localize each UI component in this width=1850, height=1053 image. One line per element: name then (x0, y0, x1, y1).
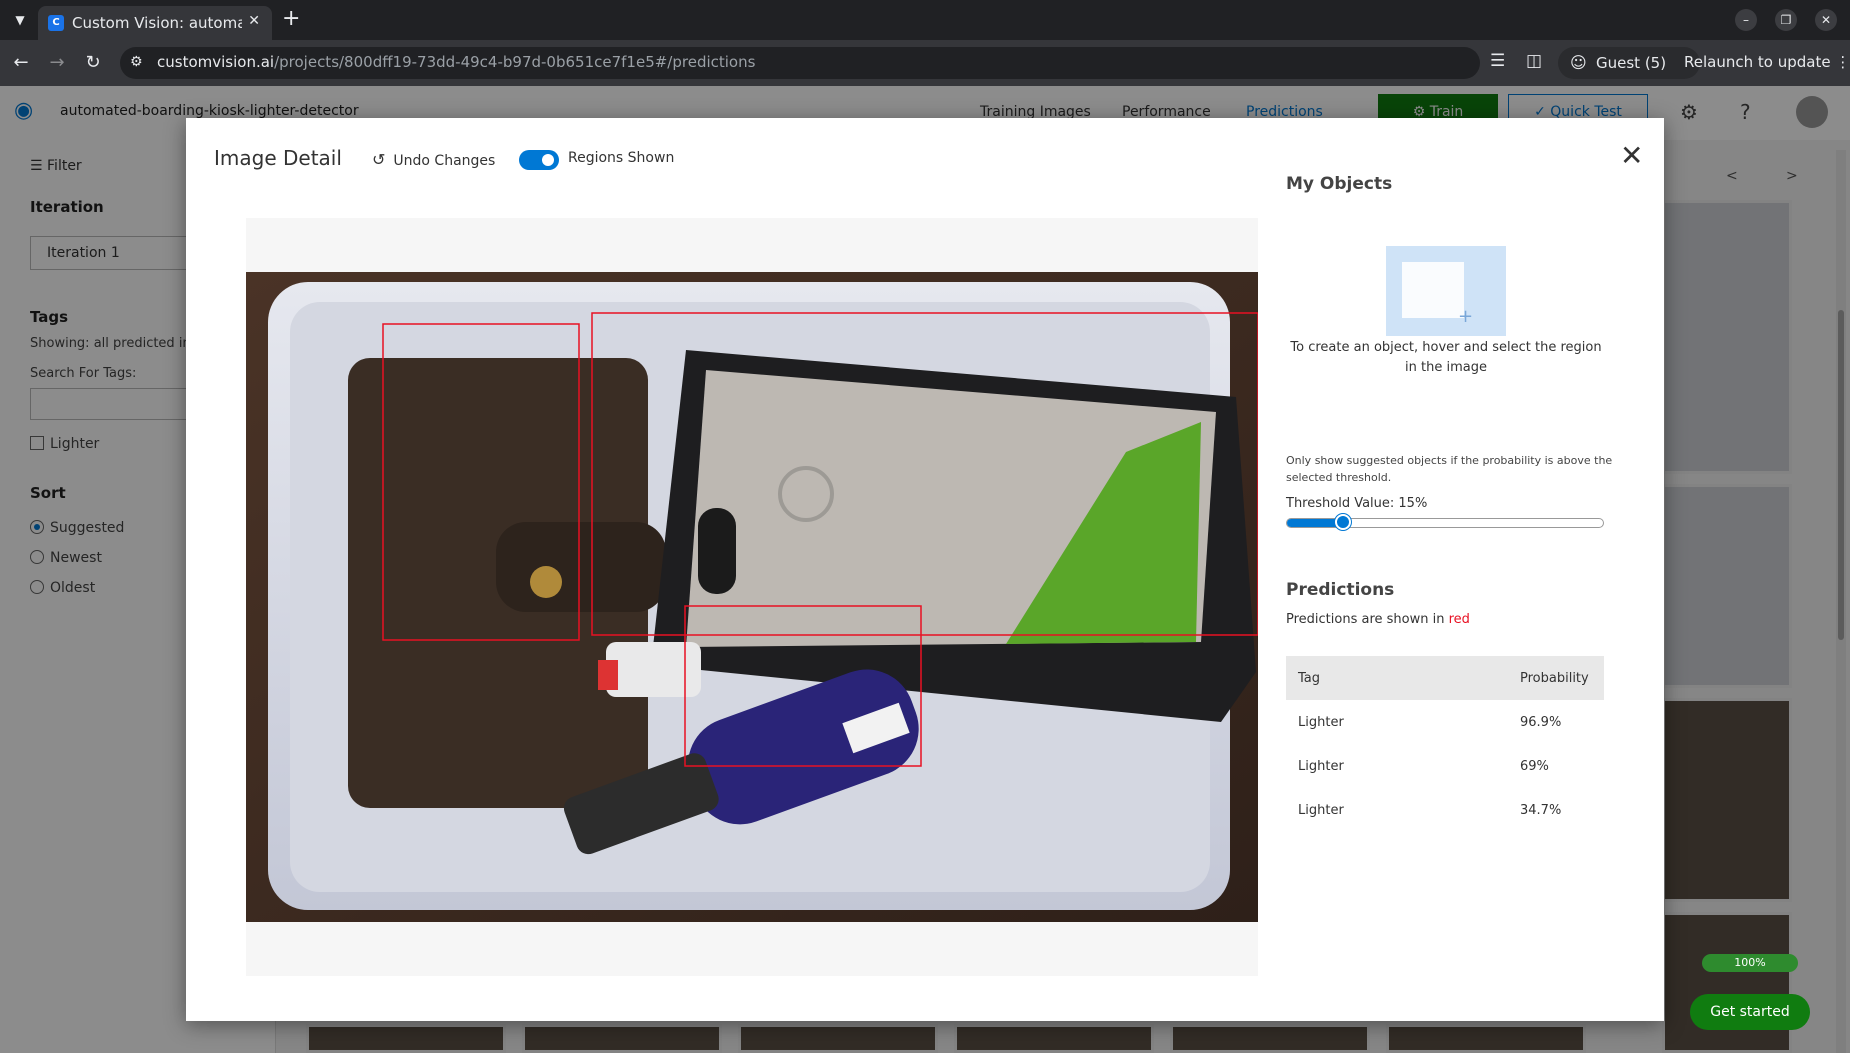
progress-badge: 100% (1702, 954, 1798, 972)
image-detail-modal: Image Detail ↺ Undo Changes Regions Shown… (186, 118, 1664, 1021)
regions-shown-toggle[interactable] (519, 150, 559, 170)
predictions-note: Predictions are shown in red (1286, 612, 1470, 627)
threshold-slider-handle[interactable] (1335, 514, 1351, 530)
custom-vision-favicon-icon: C (48, 15, 64, 31)
tab-close-icon[interactable]: ✕ (248, 13, 260, 29)
prediction-probability: 69% (1520, 758, 1549, 774)
site-info-icon[interactable]: ⚙ (130, 54, 143, 70)
wallet-strap (496, 522, 666, 612)
detected-image[interactable] (246, 272, 1258, 922)
side-panel-icon[interactable]: ◫ (1526, 51, 1542, 71)
undo-changes-button[interactable]: ↺ Undo Changes (372, 150, 495, 169)
browser-tabstrip: ▼ C Custom Vision: automat ✕ + – ❐ ✕ (0, 0, 1850, 40)
undo-icon: ↺ (372, 150, 386, 169)
create-object-hint: To create an object, hover and select th… (1290, 340, 1602, 375)
threshold-slider[interactable] (1286, 514, 1604, 530)
window-minimize-icon[interactable]: – (1735, 9, 1757, 31)
back-arrow-icon[interactable]: ← (10, 52, 32, 73)
my-objects-heading: My Objects (1286, 174, 1393, 194)
new-tab-plus-icon[interactable]: + (282, 6, 300, 31)
threshold-label: Threshold Value: 15% (1286, 496, 1428, 511)
url-text: customvision.ai/projects/800dff19-73dd-4… (157, 53, 755, 71)
predictions-note-color: red (1448, 612, 1470, 627)
regions-shown-label: Regions Shown (568, 150, 675, 166)
browser-tab[interactable]: C Custom Vision: automat ✕ (38, 6, 272, 40)
close-icon[interactable]: ✕ (1620, 142, 1643, 170)
browser-toolbar: ← → ↻ ⚙ customvision.ai/projects/800dff1… (0, 40, 1850, 86)
lighter-body (606, 642, 701, 697)
table-header-row: Tag Probability (1286, 656, 1604, 700)
address-bar[interactable]: ⚙ customvision.ai/projects/800dff19-73dd… (120, 47, 1480, 79)
get-started-button[interactable]: Get started (1690, 994, 1810, 1030)
window-close-icon[interactable]: ✕ (1815, 9, 1837, 31)
table-row[interactable]: Lighter 69% (1286, 744, 1604, 788)
url-path: /projects/800dff19-73dd-49c4-b97d-0b651c… (274, 53, 756, 71)
table-row[interactable]: Lighter 96.9% (1286, 700, 1604, 744)
table-row[interactable]: Lighter 34.7% (1286, 788, 1604, 832)
lighter-button (598, 660, 618, 690)
prediction-probability: 96.9% (1520, 714, 1562, 730)
column-header-tag: Tag (1286, 656, 1508, 700)
guest-label: Guest (5) (1596, 54, 1667, 72)
prediction-tag: Lighter (1298, 802, 1344, 818)
threshold-hint: Only show suggested objects if the proba… (1286, 454, 1613, 484)
window-restore-icon[interactable]: ❐ (1775, 9, 1797, 31)
dashed-region-icon (1402, 262, 1464, 318)
column-header-probability: Probability (1508, 656, 1604, 700)
prediction-tag: Lighter (1298, 758, 1344, 774)
forward-arrow-icon[interactable]: → (46, 52, 68, 73)
create-object-tile[interactable]: + (1386, 246, 1506, 336)
url-host: customvision.ai (157, 53, 275, 71)
tab-search-chevron-icon[interactable]: ▼ (8, 9, 32, 31)
prediction-probability: 34.7% (1520, 802, 1562, 818)
profile-icon: ☺ (1570, 53, 1587, 72)
image-canvas[interactable] (246, 218, 1258, 976)
add-plus-icon: + (1458, 306, 1474, 327)
toggle-knob (542, 154, 554, 166)
wallet-snap (530, 566, 562, 598)
guest-profile-button[interactable]: ☺ Guest (5) (1558, 47, 1700, 79)
predictions-table: Tag Probability Lighter 96.9% Lighter 69… (1286, 656, 1604, 832)
predictions-heading: Predictions (1286, 580, 1395, 600)
reload-icon[interactable]: ↻ (82, 52, 104, 73)
tab-title: Custom Vision: automat (72, 14, 242, 32)
prediction-tag: Lighter (1298, 714, 1344, 730)
phone-camera (698, 508, 736, 594)
modal-title: Image Detail (214, 146, 342, 170)
relaunch-button[interactable]: Relaunch to update ⋮ (1684, 53, 1850, 71)
media-controls-icon[interactable]: ☰ (1490, 51, 1505, 71)
